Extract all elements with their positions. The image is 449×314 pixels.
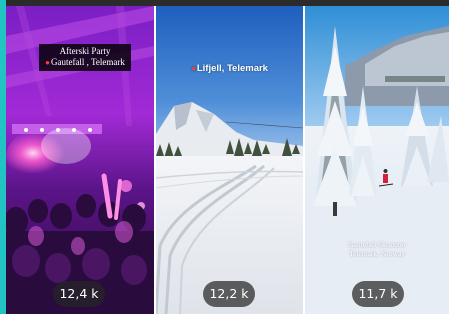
story-thumbnail-ski-slope [156, 6, 303, 314]
views-count-badge: 11,7 k [352, 281, 404, 307]
views-count-badge: 12,4 k [53, 281, 105, 307]
caption-location-text: Gautefall , Telemark [50, 57, 125, 67]
pin-icon: ● [45, 58, 50, 67]
story-caption: ●Lifjell, Telemark [156, 63, 303, 74]
story-caption: Afterski Party ●Gautefall , Telemark [39, 44, 131, 71]
caption-title: Gautefall Skisenter [348, 240, 406, 249]
caption-location: ●Gautefall , Telemark [39, 57, 131, 68]
pin-icon: ● [191, 64, 196, 73]
views-count-badge: 12,2 k [203, 281, 255, 307]
caption-title: Afterski Party [59, 46, 111, 56]
caption-location-text: Lifjell, Telemark [196, 63, 268, 74]
caption-location-text: Telemark, Norway [348, 249, 406, 258]
story-thumbnail-snowy-forest [305, 6, 449, 314]
story-tile-afterski-party[interactable]: Afterski Party ●Gautefall , Telemark 12,… [6, 6, 154, 314]
story-caption: Gautefall Skisenter Telemark, Norway [305, 240, 449, 258]
story-tile-lifjell[interactable]: ●Lifjell, Telemark 12,2 k [156, 6, 303, 314]
story-tile-gautefall-skisenter[interactable]: Gautefall Skisenter Telemark, Norway 11,… [305, 6, 449, 314]
